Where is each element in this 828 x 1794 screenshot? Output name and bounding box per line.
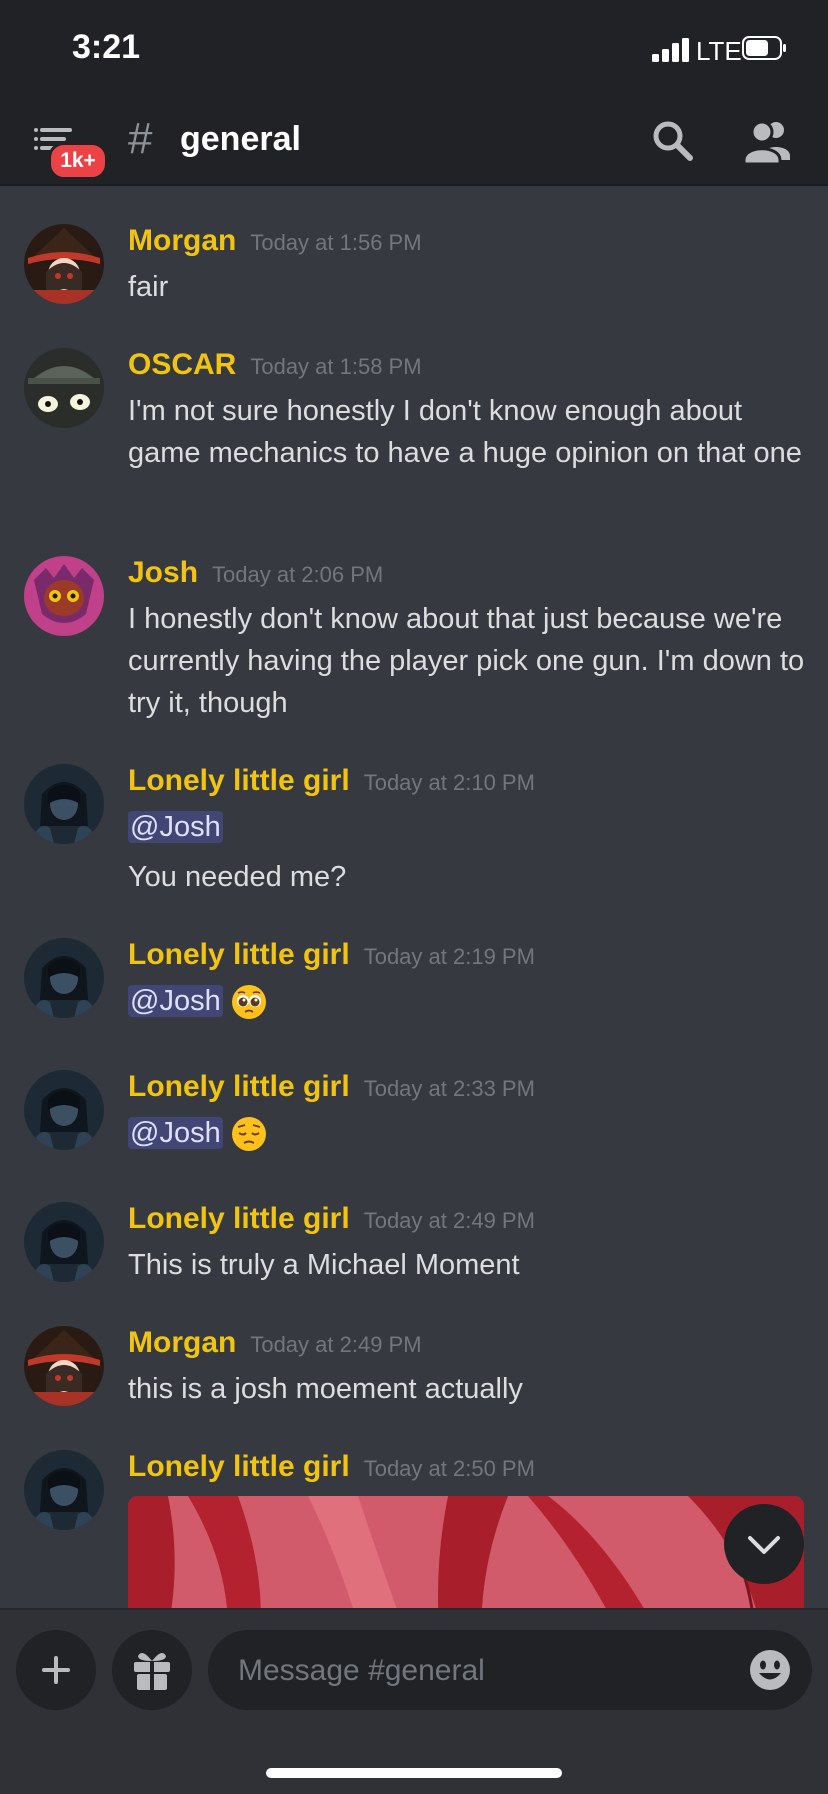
home-indicator [266,1768,562,1778]
message-author[interactable]: OSCAR Today at 1:58 PM [128,348,422,382]
message-timestamp: Today at 2:49 PM [250,1332,422,1357]
channel-title: general [180,120,301,158]
channel-hash-icon: # [128,114,153,163]
message-timestamp: Today at 1:58 PM [250,354,422,379]
message-author[interactable]: Lonely little girl Today at 2:33 PM [128,1070,535,1104]
avatar[interactable] [24,1450,104,1530]
chevron-down-icon [748,1536,780,1554]
avatar[interactable] [24,938,104,1018]
message-timestamp: Today at 2:19 PM [363,944,535,969]
status-bar: 3:21 LTE [0,0,828,100]
message-author[interactable]: Josh Today at 2:06 PM [128,556,383,590]
avatar[interactable] [24,1070,104,1150]
message-timestamp: Today at 2:06 PM [212,562,384,587]
notification-badge: 1k+ [48,142,108,180]
user-mention[interactable]: @Josh [128,985,223,1017]
composer-bar [0,1608,828,1794]
message-timestamp: Today at 2:10 PM [363,770,535,795]
channel-header: 1k+ # general [0,100,828,186]
add-attachment-button[interactable] [16,1630,96,1710]
emoji-icon[interactable] [748,1648,792,1692]
message-author[interactable]: Morgan Today at 2:49 PM [128,1326,422,1360]
message-content: @Josh [128,980,808,1022]
message-content: fair [128,271,169,303]
gift-button[interactable] [112,1630,192,1710]
message-timestamp: Today at 1:56 PM [250,230,422,255]
message-timestamp: Today at 2:33 PM [363,1076,535,1101]
plus-icon [42,1656,70,1684]
menu-button[interactable]: 1k+ [34,126,108,180]
message-timestamp: Today at 2:50 PM [363,1456,535,1481]
search-icon[interactable] [648,116,698,166]
user-mention[interactable]: @Josh [128,1117,223,1149]
jump-to-bottom-button[interactable] [724,1504,804,1584]
user-mention[interactable]: @Josh [128,811,223,843]
members-icon[interactable] [740,116,796,166]
message-content: @Josh You needed me? [128,811,347,893]
avatar[interactable] [24,556,104,636]
avatar[interactable] [24,224,104,304]
message-author[interactable]: Lonely little girl Today at 2:49 PM [128,1202,535,1236]
avatar[interactable] [24,1326,104,1406]
pensive-face-icon [231,1117,266,1152]
message-content: @Josh [128,1112,808,1154]
message-content: I'm not sure honestly I don't know enoug… [128,395,802,469]
avatar[interactable] [24,1202,104,1282]
avatar[interactable] [24,348,104,428]
pleading-face-icon [231,985,266,1020]
message-author[interactable]: Morgan Today at 1:56 PM [128,224,422,258]
message-author[interactable]: Lonely little girl Today at 2:50 PM [128,1450,535,1484]
battery-icon [742,36,786,60]
avatar[interactable] [24,764,104,844]
message-content: I honestly don't know about that just be… [128,603,805,719]
message-input[interactable] [236,1630,720,1712]
status-time: 3:21 [72,28,141,66]
message-content: this is a josh moement actually [128,1373,523,1405]
image-attachment[interactable] [128,1496,804,1608]
network-label: LTE [696,36,742,66]
message-timestamp: Today at 2:49 PM [363,1208,535,1233]
message-list[interactable]: Morgan Today at 1:56 PM fair OSCAR Today a… [0,186,828,1608]
signal-icon [652,38,689,62]
message-author[interactable]: Lonely little girl Today at 2:10 PM [128,764,535,798]
message-author[interactable]: Lonely little girl Today at 2:19 PM [128,938,535,972]
message-content: This is truly a Michael Moment [128,1249,520,1281]
message-input-container[interactable] [208,1630,812,1712]
gift-icon [134,1652,170,1690]
